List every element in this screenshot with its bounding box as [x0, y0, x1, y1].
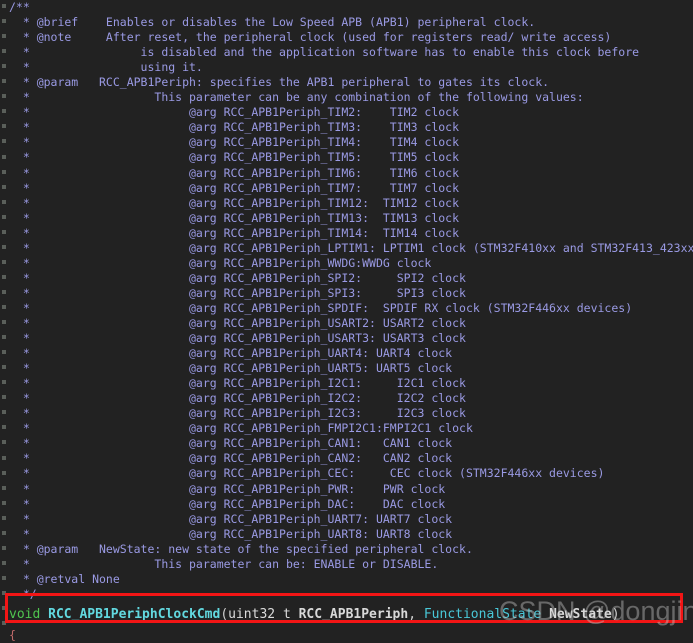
gutter-marker[interactable]	[2, 335, 6, 340]
gutter-marker[interactable]	[2, 621, 6, 626]
gutter-marker[interactable]	[2, 64, 6, 69]
keyword-void: void	[9, 606, 41, 622]
gutter-marker[interactable]	[2, 139, 6, 144]
comment-line[interactable]: * This parameter can be any combination …	[9, 90, 693, 105]
gutter-marker[interactable]	[2, 169, 6, 174]
comment-line[interactable]: */	[9, 587, 693, 602]
comment-line[interactable]: * @arg RCC_APB1Periph_CAN1: CAN1 clock	[9, 436, 693, 451]
gutter-marker[interactable]	[2, 289, 6, 294]
comment-line[interactable]: * @arg RCC_APB1Periph_TIM12: TIM12 clock	[9, 196, 693, 211]
comment-line[interactable]: * @arg RCC_APB1Periph_LPTIM1: LPTIM1 clo…	[9, 241, 693, 256]
gutter-marker[interactable]	[2, 274, 6, 279]
comment-line[interactable]: * @arg RCC_APB1Periph_CAN2: CAN2 clock	[9, 451, 693, 466]
gutter-marker[interactable]	[2, 124, 6, 129]
comment-line[interactable]: * @arg RCC_APB1Periph_FMPI2C1:FMPI2C1 cl…	[9, 421, 693, 436]
gutter-marker[interactable]	[2, 425, 6, 430]
comment-block[interactable]: /** * @brief Enables or disables the Low…	[9, 0, 693, 643]
comment-line[interactable]: * @arg RCC_APB1Periph_UART4: UART4 clock	[9, 346, 693, 361]
comment-line[interactable]: * @arg RCC_APB1Periph_SPI2: SPI2 clock	[9, 271, 693, 286]
comment-line[interactable]: * @arg RCC_APB1Periph_SPDIF: SPDIF RX cl…	[9, 301, 693, 316]
comment-line[interactable]: * @arg RCC_APB1Periph_USART2: USART2 clo…	[9, 316, 693, 331]
comment-line[interactable]: * @param RCC_APB1Periph: specifies the A…	[9, 75, 693, 90]
gutter-marker[interactable]	[2, 214, 6, 219]
comment-line[interactable]: * @arg RCC_APB1Periph_USART3: USART3 clo…	[9, 331, 693, 346]
comment-line[interactable]: * @brief Enables or disables the Low Spe…	[9, 15, 693, 30]
comment-line[interactable]: * @arg RCC_APB1Periph_TIM5: TIM5 clock	[9, 150, 693, 165]
comment-line[interactable]: * @arg RCC_APB1Periph_WWDG:WWDG clock	[9, 256, 693, 271]
gutter-marker[interactable]	[2, 154, 6, 159]
gutter-marker[interactable]	[2, 455, 6, 460]
comment-line[interactable]: * @arg RCC_APB1Periph_CEC: CEC clock (ST…	[9, 466, 693, 481]
gutter-marker[interactable]	[2, 229, 6, 234]
gutter-marker[interactable]	[2, 530, 6, 535]
comment-line[interactable]: * @arg RCC_APB1Periph_TIM14: TIM14 clock	[9, 226, 693, 241]
gutter-marker[interactable]	[2, 94, 6, 99]
gutter-marker[interactable]	[2, 500, 6, 505]
function-signature-line[interactable]: void RCC_APB1PeriphClockCmd(uint32_t RCC…	[9, 602, 693, 628]
param2-name: NewState	[549, 606, 612, 622]
editor-gutter[interactable]	[0, 0, 9, 631]
gutter-marker[interactable]	[2, 19, 6, 24]
comment-line[interactable]: * @arg RCC_APB1Periph_TIM13: TIM13 clock	[9, 211, 693, 226]
comment-line[interactable]: * @arg RCC_APB1Periph_UART8: UART8 clock	[9, 527, 693, 542]
gutter-marker[interactable]	[2, 606, 6, 610]
gutter-marker[interactable]	[2, 184, 6, 189]
comment-line[interactable]: * @arg RCC_APB1Periph_UART7: UART7 clock	[9, 512, 693, 527]
comment-line[interactable]: * @arg RCC_APB1Periph_PWR: PWR clock	[9, 482, 693, 497]
open-paren: (	[220, 606, 229, 622]
gutter-marker[interactable]	[2, 560, 6, 565]
gutter-marker[interactable]	[2, 305, 6, 309]
comment-line[interactable]: * @arg RCC_APB1Periph_SPI3: SPI3 clock	[9, 286, 693, 301]
comment-line[interactable]: /**	[9, 0, 693, 15]
gutter-marker[interactable]	[2, 34, 6, 39]
comment-line[interactable]: * @arg RCC_APB1Periph_TIM3: TIM3 clock	[9, 120, 693, 135]
param2-type: FunctionalState	[423, 606, 542, 622]
open-brace-line[interactable]: {	[9, 628, 693, 643]
comma: ,	[408, 606, 424, 622]
gutter-marker[interactable]	[2, 410, 6, 415]
gutter-marker[interactable]	[2, 470, 6, 475]
param1-type: uint32_t	[228, 606, 291, 622]
comment-line[interactable]: * using it.	[9, 60, 693, 75]
comment-line[interactable]: * @param NewState: new state of the spec…	[9, 542, 693, 557]
gutter-marker[interactable]	[2, 49, 6, 54]
comment-line[interactable]: * @arg RCC_APB1Periph_TIM6: TIM6 clock	[9, 166, 693, 181]
comment-line[interactable]: * @note After reset, the peripheral cloc…	[9, 30, 693, 45]
gutter-marker[interactable]	[2, 79, 6, 84]
gutter-marker[interactable]	[2, 320, 6, 325]
param1-name: RCC_APB1Periph	[298, 606, 409, 622]
gutter-marker[interactable]	[2, 350, 6, 355]
gutter-marker[interactable]	[2, 515, 6, 520]
gutter-marker[interactable]	[2, 244, 6, 249]
comment-line[interactable]: * is disabled and the application softwa…	[9, 45, 693, 60]
comment-line[interactable]: * This parameter can be: ENABLE or DISAB…	[9, 557, 693, 572]
comment-line[interactable]: * @arg RCC_APB1Periph_DAC: DAC clock	[9, 497, 693, 512]
comment-line[interactable]: * @arg RCC_APB1Periph_TIM2: TIM2 clock	[9, 105, 693, 120]
gutter-marker[interactable]	[2, 4, 6, 8]
gutter-marker[interactable]	[2, 109, 6, 114]
gutter-marker[interactable]	[2, 365, 6, 370]
gutter-marker[interactable]	[2, 485, 6, 490]
code-editor-view: /** * @brief Enables or disables the Low…	[0, 0, 693, 642]
comment-line[interactable]: * @retval None	[9, 572, 693, 587]
gutter-marker[interactable]	[2, 259, 6, 264]
gutter-marker[interactable]	[2, 575, 6, 580]
gutter-marker[interactable]	[2, 545, 6, 550]
gutter-marker[interactable]	[2, 380, 6, 385]
comment-line[interactable]: * @arg RCC_APB1Periph_I2C1: I2C1 clock	[9, 376, 693, 391]
gutter-marker[interactable]	[2, 395, 6, 400]
comment-line[interactable]: * @arg RCC_APB1Periph_TIM4: TIM4 clock	[9, 135, 693, 150]
gutter-marker[interactable]	[2, 199, 6, 204]
function-name: RCC_APB1PeriphClockCmd	[48, 606, 221, 622]
comment-line[interactable]: * @arg RCC_APB1Periph_I2C3: I2C3 clock	[9, 406, 693, 421]
gutter-marker[interactable]	[2, 590, 6, 595]
close-paren: )	[611, 606, 620, 622]
comment-line[interactable]: * @arg RCC_APB1Periph_I2C2: I2C2 clock	[9, 391, 693, 406]
comment-line[interactable]: * @arg RCC_APB1Periph_UART5: UART5 clock	[9, 361, 693, 376]
gutter-marker[interactable]	[2, 440, 6, 445]
comment-line[interactable]: * @arg RCC_APB1Periph_TIM7: TIM7 clock	[9, 181, 693, 196]
